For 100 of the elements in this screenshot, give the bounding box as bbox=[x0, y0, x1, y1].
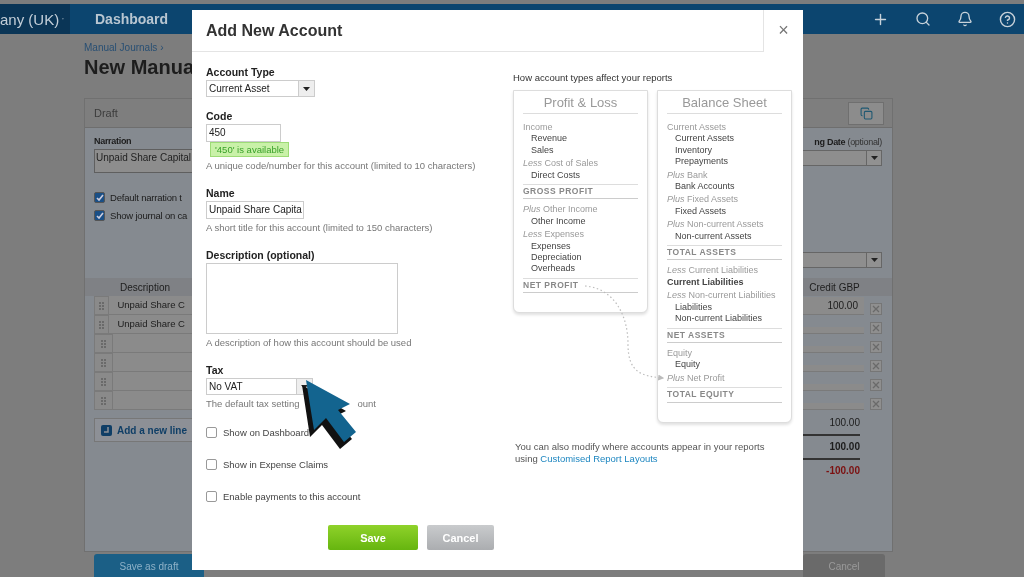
delete-icon[interactable] bbox=[870, 341, 882, 353]
date-label: ng Date (optional) bbox=[814, 137, 882, 147]
table-cell: Unpaid Share C bbox=[109, 315, 193, 334]
page-title: New Manua bbox=[84, 56, 195, 79]
drag-handle-icon bbox=[101, 377, 106, 386]
table-cell bbox=[802, 346, 864, 353]
drag-handle[interactable] bbox=[94, 315, 110, 334]
report-line: Non-current Assets bbox=[674, 230, 753, 243]
drag-handle[interactable] bbox=[94, 296, 110, 315]
checkbox-label: Show on Dashboard bbox=[223, 426, 310, 438]
report-line: Other Income bbox=[530, 215, 587, 228]
delete-icon[interactable] bbox=[870, 322, 882, 334]
checkbox-label: Show journal on ca bbox=[110, 210, 188, 221]
report-line: Plus Other Income bbox=[523, 204, 599, 216]
drag-handle[interactable] bbox=[94, 391, 113, 410]
report-line: NET ASSETS bbox=[667, 327, 782, 343]
report-line: Direct Costs bbox=[530, 169, 581, 182]
report-line: Less Non-current Liabilities bbox=[667, 290, 777, 302]
report-line: Revenue bbox=[530, 133, 569, 145]
table-cell: 100.00 bbox=[802, 297, 864, 315]
report-line: Prepayments bbox=[674, 156, 730, 168]
hint-text: A unique code/number for this account (limited to 10 characters) bbox=[206, 160, 477, 171]
narration-label: Narration bbox=[94, 136, 133, 146]
search-icon[interactable] bbox=[915, 11, 931, 27]
report-line: Overheads bbox=[530, 263, 577, 275]
drag-handle[interactable] bbox=[94, 334, 113, 353]
table-cell bbox=[802, 384, 864, 391]
drag-handle-icon bbox=[101, 339, 106, 348]
hint-text: A short title for this account (limited to 150 characters) bbox=[206, 222, 434, 233]
report-line: Less Expenses bbox=[523, 229, 586, 241]
organisation-menu[interactable]: any (UK) bbox=[0, 4, 70, 34]
name-field[interactable]: Unpaid Share Capita bbox=[206, 201, 304, 219]
table-cell bbox=[802, 327, 864, 334]
hint-text: A description of how this account should be used bbox=[206, 337, 413, 348]
field-label: Code bbox=[206, 110, 234, 122]
report-line: TOTAL EQUITY bbox=[667, 387, 782, 403]
column-header: Description bbox=[120, 281, 172, 293]
report-line: Inventory bbox=[674, 144, 714, 157]
report-layouts-link[interactable]: Customised Report Layouts bbox=[540, 452, 658, 464]
report-line: Sales bbox=[530, 144, 555, 157]
field-label: Tax bbox=[206, 364, 225, 376]
drag-handle-icon bbox=[101, 396, 106, 405]
save-draft-button[interactable]: Save as draft bbox=[94, 554, 204, 577]
report-line: Fixed Assets bbox=[674, 205, 728, 218]
add-line-icon bbox=[101, 424, 112, 436]
report-line: Depreciation bbox=[530, 252, 583, 264]
report-line: Less Cost of Sales bbox=[523, 158, 600, 170]
hint-text: The default tax setting bbox=[206, 398, 300, 409]
checkbox[interactable] bbox=[206, 458, 217, 470]
report-title: Balance Sheet bbox=[667, 91, 782, 114]
total-amount: -100.00 bbox=[825, 464, 860, 476]
nav-link[interactable]: Dashboard bbox=[95, 11, 169, 27]
report-line: Current Liabilities bbox=[667, 276, 745, 289]
description-field[interactable] bbox=[206, 263, 398, 334]
delete-icon[interactable] bbox=[870, 360, 882, 372]
add-line-button[interactable]: Add a new line bbox=[94, 418, 193, 442]
checkbox-label: Default narration t bbox=[110, 192, 182, 203]
report-line: Income bbox=[523, 122, 554, 134]
checkbox[interactable] bbox=[94, 192, 105, 203]
report-line: Expenses bbox=[530, 240, 572, 253]
report-line: Plus Net Profit bbox=[667, 372, 726, 385]
narration-field[interactable]: Unpaid Share Capital bbox=[94, 149, 193, 173]
report-line: Equity bbox=[674, 359, 701, 371]
report-line: GROSS PROFIT bbox=[523, 184, 638, 200]
checkbox-label: Show in Expense Claims bbox=[223, 458, 329, 470]
report-line: Current Assets bbox=[674, 133, 736, 145]
delete-icon[interactable] bbox=[870, 398, 882, 410]
table-cell bbox=[802, 403, 864, 410]
drag-handle-icon bbox=[99, 301, 105, 310]
hint-text: ount bbox=[357, 398, 376, 409]
report-line: Plus Bank bbox=[667, 169, 709, 182]
report-line: TOTAL ASSETS bbox=[667, 245, 782, 261]
report-line: Less Current Liabilities bbox=[667, 265, 760, 277]
delete-icon[interactable] bbox=[870, 379, 882, 391]
drag-handle[interactable] bbox=[94, 353, 113, 372]
checkbox[interactable] bbox=[94, 210, 105, 221]
report-line: Plus Non-current Assets bbox=[667, 219, 765, 231]
drag-handle-icon bbox=[99, 320, 105, 329]
help-icon[interactable] bbox=[999, 10, 1016, 28]
help-heading: How account types affect your reports bbox=[513, 72, 674, 83]
checkbox[interactable] bbox=[206, 490, 217, 502]
availability-message: '450' is available bbox=[210, 142, 290, 157]
dialog-title: Add New Account bbox=[205, 21, 344, 40]
checkbox[interactable] bbox=[206, 426, 217, 438]
field-label: Description (optional) bbox=[206, 249, 316, 261]
close-button[interactable]: × bbox=[763, 9, 803, 52]
notifications-icon[interactable] bbox=[957, 11, 973, 27]
drag-handle-icon bbox=[101, 358, 106, 367]
report-line: Plus Fixed Assets bbox=[667, 194, 740, 206]
report-line: Current Assets bbox=[667, 122, 728, 134]
date-field[interactable] bbox=[802, 150, 882, 166]
delete-icon[interactable] bbox=[870, 303, 882, 315]
select-field[interactable] bbox=[802, 252, 882, 268]
drag-handle[interactable] bbox=[94, 372, 113, 391]
account-type-select[interactable]: Current Asset bbox=[206, 80, 315, 97]
report-line: Liabilities bbox=[674, 301, 714, 314]
report-line: Non-current Liabilities bbox=[674, 313, 764, 325]
code-field[interactable]: 450 bbox=[206, 124, 281, 142]
copy-button[interactable] bbox=[848, 101, 884, 125]
report-title: Profit & Loss bbox=[523, 91, 638, 114]
